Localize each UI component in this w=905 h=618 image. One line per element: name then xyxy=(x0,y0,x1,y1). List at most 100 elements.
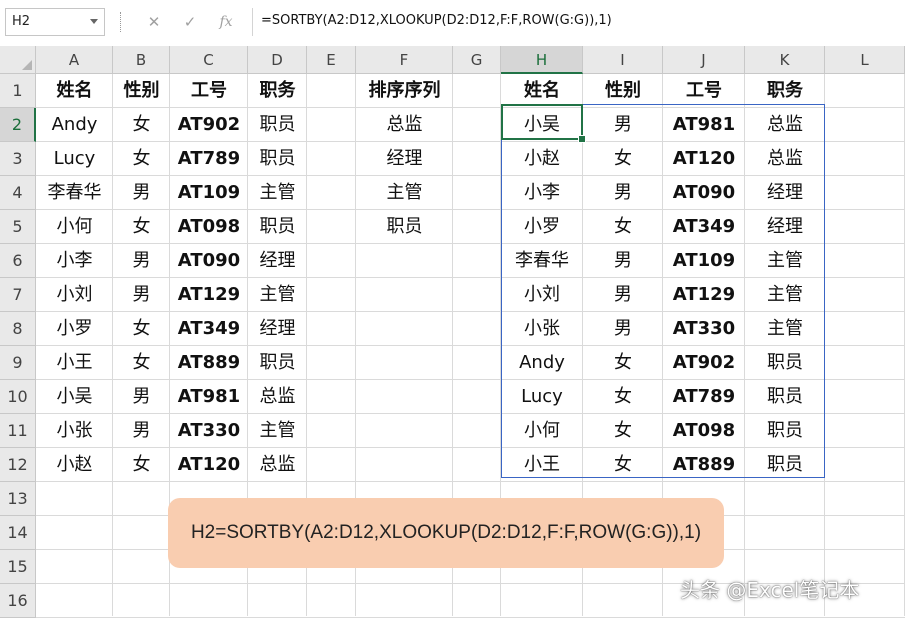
source-cell-title[interactable]: 总监 xyxy=(248,380,307,414)
result-cell-name[interactable]: 小张 xyxy=(501,312,583,346)
column-header-j[interactable]: J xyxy=(663,46,745,74)
sort-order-item[interactable]: 职员 xyxy=(356,210,453,244)
source-cell-gender[interactable]: 女 xyxy=(113,312,170,346)
result-cell-id[interactable]: AT120 xyxy=(663,142,745,176)
result-cell-name[interactable]: 小吴 xyxy=(501,108,583,142)
result-cell-gender[interactable]: 男 xyxy=(583,244,663,278)
column-header-b[interactable]: B xyxy=(113,46,170,74)
source-cell-id[interactable]: AT330 xyxy=(170,414,248,448)
source-cell-name[interactable]: Andy xyxy=(36,108,113,142)
result-cell-gender[interactable]: 女 xyxy=(583,380,663,414)
source-header-name[interactable]: 姓名 xyxy=(36,74,113,108)
result-cell-gender[interactable]: 女 xyxy=(583,346,663,380)
result-cell-id[interactable]: AT129 xyxy=(663,278,745,312)
source-cell-id[interactable]: AT098 xyxy=(170,210,248,244)
column-header-h[interactable]: H xyxy=(501,46,583,74)
result-cell-name[interactable]: 小李 xyxy=(501,176,583,210)
source-cell-gender[interactable]: 男 xyxy=(113,380,170,414)
source-cell-gender[interactable]: 男 xyxy=(113,414,170,448)
source-cell-id[interactable]: AT090 xyxy=(170,244,248,278)
source-cell-name[interactable]: 小罗 xyxy=(36,312,113,346)
row-header-13[interactable]: 13 xyxy=(0,482,36,516)
cancel-icon[interactable]: ✕ xyxy=(144,10,164,34)
insert-function-icon[interactable]: fx xyxy=(216,10,236,34)
result-cell-gender[interactable]: 男 xyxy=(583,176,663,210)
source-cell-name[interactable]: 小何 xyxy=(36,210,113,244)
row-header-12[interactable]: 12 xyxy=(0,448,36,482)
row-header-11[interactable]: 11 xyxy=(0,414,36,448)
sort-order-item[interactable]: 主管 xyxy=(356,176,453,210)
result-header-title[interactable]: 职务 xyxy=(745,74,825,108)
row-header-16[interactable]: 16 xyxy=(0,584,36,618)
source-cell-title[interactable]: 主管 xyxy=(248,414,307,448)
result-cell-title[interactable]: 总监 xyxy=(745,142,825,176)
result-cell-name[interactable]: 小刘 xyxy=(501,278,583,312)
result-cell-id[interactable]: AT090 xyxy=(663,176,745,210)
source-cell-id[interactable]: AT981 xyxy=(170,380,248,414)
result-cell-title[interactable]: 职员 xyxy=(745,448,825,482)
result-cell-title[interactable]: 主管 xyxy=(745,244,825,278)
source-cell-gender[interactable]: 男 xyxy=(113,244,170,278)
select-all-button[interactable] xyxy=(0,46,36,74)
source-cell-name[interactable]: Lucy xyxy=(36,142,113,176)
source-cell-id[interactable]: AT109 xyxy=(170,176,248,210)
result-cell-title[interactable]: 职员 xyxy=(745,380,825,414)
fill-handle[interactable] xyxy=(578,135,586,143)
source-cell-gender[interactable]: 女 xyxy=(113,448,170,482)
source-cell-gender[interactable]: 女 xyxy=(113,210,170,244)
result-cell-gender[interactable]: 男 xyxy=(583,278,663,312)
sort-order-item[interactable]: 总监 xyxy=(356,108,453,142)
result-cell-name[interactable]: 李春华 xyxy=(501,244,583,278)
source-cell-gender[interactable]: 女 xyxy=(113,346,170,380)
enter-icon[interactable]: ✓ xyxy=(180,10,200,34)
source-cell-title[interactable]: 职员 xyxy=(248,142,307,176)
result-cell-id[interactable]: AT889 xyxy=(663,448,745,482)
source-cell-name[interactable]: 小赵 xyxy=(36,448,113,482)
result-cell-id[interactable]: AT098 xyxy=(663,414,745,448)
result-cell-title[interactable]: 职员 xyxy=(745,414,825,448)
column-header-c[interactable]: C xyxy=(170,46,248,74)
row-header-5[interactable]: 5 xyxy=(0,210,36,244)
source-cell-title[interactable]: 经理 xyxy=(248,312,307,346)
column-header-g[interactable]: G xyxy=(453,46,501,74)
source-cell-title[interactable]: 总监 xyxy=(248,448,307,482)
result-cell-name[interactable]: 小王 xyxy=(501,448,583,482)
result-cell-gender[interactable]: 男 xyxy=(583,108,663,142)
row-header-9[interactable]: 9 xyxy=(0,346,36,380)
result-cell-gender[interactable]: 女 xyxy=(583,210,663,244)
result-cell-gender[interactable]: 女 xyxy=(583,414,663,448)
source-cell-gender[interactable]: 女 xyxy=(113,108,170,142)
source-cell-id[interactable]: AT349 xyxy=(170,312,248,346)
source-cell-name[interactable]: 小李 xyxy=(36,244,113,278)
result-cell-name[interactable]: Lucy xyxy=(501,380,583,414)
row-header-7[interactable]: 7 xyxy=(0,278,36,312)
source-header-id[interactable]: 工号 xyxy=(170,74,248,108)
source-cell-name[interactable]: 李春华 xyxy=(36,176,113,210)
result-cell-gender[interactable]: 女 xyxy=(583,142,663,176)
row-header-14[interactable]: 14 xyxy=(0,516,36,550)
source-cell-id[interactable]: AT902 xyxy=(170,108,248,142)
result-cell-title[interactable]: 经理 xyxy=(745,176,825,210)
column-header-i[interactable]: I xyxy=(583,46,663,74)
result-header-name[interactable]: 姓名 xyxy=(501,74,583,108)
result-cell-id[interactable]: AT902 xyxy=(663,346,745,380)
name-box-dropdown-icon[interactable] xyxy=(90,19,98,24)
column-header-f[interactable]: F xyxy=(356,46,453,74)
source-cell-id[interactable]: AT789 xyxy=(170,142,248,176)
column-header-l[interactable]: L xyxy=(825,46,905,74)
result-cell-id[interactable]: AT330 xyxy=(663,312,745,346)
source-cell-title[interactable]: 主管 xyxy=(248,176,307,210)
result-cell-id[interactable]: AT109 xyxy=(663,244,745,278)
column-header-e[interactable]: E xyxy=(307,46,356,74)
result-cell-name[interactable]: 小罗 xyxy=(501,210,583,244)
row-header-3[interactable]: 3 xyxy=(0,142,36,176)
source-cell-gender[interactable]: 男 xyxy=(113,278,170,312)
row-header-6[interactable]: 6 xyxy=(0,244,36,278)
result-cell-name[interactable]: 小何 xyxy=(501,414,583,448)
sort-order-header[interactable]: 排序序列 xyxy=(356,74,453,108)
result-cell-id[interactable]: AT349 xyxy=(663,210,745,244)
source-cell-name[interactable]: 小吴 xyxy=(36,380,113,414)
source-cell-title[interactable]: 职员 xyxy=(248,210,307,244)
sort-order-item[interactable]: 经理 xyxy=(356,142,453,176)
source-cell-id[interactable]: AT129 xyxy=(170,278,248,312)
